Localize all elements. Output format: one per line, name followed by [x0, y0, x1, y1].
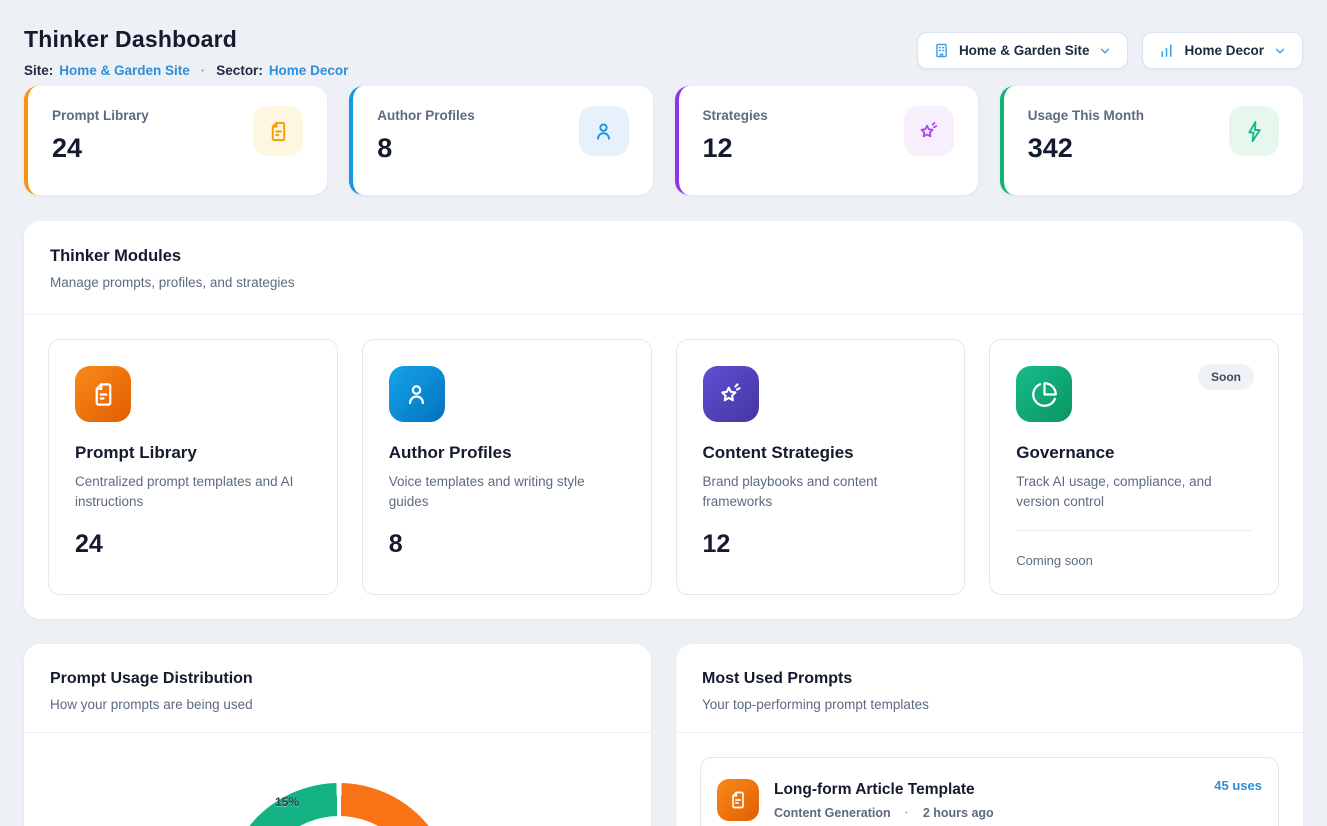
pie-chart-icon — [1016, 366, 1072, 422]
module-title: Content Strategies — [703, 443, 939, 463]
module-title: Governance — [1016, 443, 1252, 463]
site-label: Site: — [24, 63, 53, 78]
module-description: Brand playbooks and content frameworks — [703, 472, 939, 513]
panel-subtitle: Manage prompts, profiles, and strategies — [50, 275, 1277, 290]
site-selector-label: Home & Garden Site — [959, 43, 1090, 58]
panel-title: Thinker Modules — [50, 247, 1277, 266]
module-description: Voice templates and writing style guides — [389, 472, 625, 513]
donut-segment-label: 15% — [275, 795, 299, 809]
chevron-down-icon — [1098, 44, 1112, 58]
module-count: 8 — [389, 530, 625, 559]
prompt-time: 2 hours ago — [923, 806, 994, 820]
sparkle-star-icon — [917, 120, 940, 143]
stats-row: Prompt Library 24 Author Profiles 8 — [24, 86, 1303, 195]
sector-selector-button[interactable]: Home Decor — [1142, 32, 1303, 69]
prompt-list: Long-form Article Template Content Gener… — [676, 733, 1303, 826]
card-header: Most Used Prompts Your top-performing pr… — [676, 644, 1303, 733]
page-header: Thinker Dashboard Site: Home & Garden Si… — [24, 24, 1303, 78]
soon-badge: Soon — [1198, 364, 1254, 390]
sector-label: Sector: — [216, 63, 263, 78]
bar-chart-icon — [1158, 42, 1175, 59]
stat-card-prompt-library: Prompt Library 24 — [24, 86, 327, 195]
prompt-list-item[interactable]: Long-form Article Template Content Gener… — [700, 757, 1279, 826]
prompt-title: Long-form Article Template — [774, 781, 1199, 799]
card-title: Prompt Usage Distribution — [50, 670, 625, 688]
module-footer-text: Coming soon — [1016, 530, 1252, 568]
stat-icon-box — [579, 106, 629, 156]
module-title: Prompt Library — [75, 443, 311, 463]
usage-distribution-card: Prompt Usage Distribution How your promp… — [24, 644, 651, 826]
module-card-author-profiles[interactable]: Author Profiles Voice templates and writ… — [362, 339, 652, 595]
header-left: Thinker Dashboard Site: Home & Garden Si… — [24, 24, 348, 78]
modules-grid: Prompt Library Centralized prompt templa… — [24, 315, 1303, 619]
dashboard-page: Thinker Dashboard Site: Home & Garden Si… — [0, 0, 1327, 826]
module-title: Author Profiles — [389, 443, 625, 463]
header-actions: Home & Garden Site Home Decor — [917, 32, 1303, 69]
module-description: Track AI usage, compliance, and version … — [1016, 472, 1252, 513]
module-card-content-strategies[interactable]: Content Strategies Brand playbooks and c… — [676, 339, 966, 595]
site-link[interactable]: Home & Garden Site — [59, 63, 190, 78]
stat-card-usage: Usage This Month 342 — [1000, 86, 1303, 195]
module-card-governance[interactable]: Soon Governance Track AI usage, complian… — [989, 339, 1279, 595]
prompt-meta: Content Generation · 2 hours ago — [774, 806, 1199, 820]
stat-icon-box — [904, 106, 954, 156]
sector-link[interactable]: Home Decor — [269, 63, 349, 78]
usage-donut — [224, 783, 454, 826]
document-icon — [267, 120, 290, 143]
module-count: 24 — [75, 530, 311, 559]
dot-separator: · — [905, 806, 909, 820]
sparkle-star-icon — [703, 366, 759, 422]
donut-chart-area: 15% — [24, 733, 651, 826]
module-count: 12 — [703, 530, 939, 559]
most-used-prompts-card: Most Used Prompts Your top-performing pr… — [676, 644, 1303, 826]
stat-icon-box — [1229, 106, 1279, 156]
card-subtitle: How your prompts are being used — [50, 697, 625, 712]
prompt-category: Content Generation — [774, 806, 891, 820]
sector-selector-label: Home Decor — [1184, 43, 1264, 58]
page-title: Thinker Dashboard — [24, 26, 348, 53]
person-icon — [389, 366, 445, 422]
site-sector-line: Site: Home & Garden Site · Sector: Home … — [24, 63, 348, 78]
stat-card-author-profiles: Author Profiles 8 — [349, 86, 652, 195]
chevron-down-icon — [1273, 44, 1287, 58]
document-icon — [75, 366, 131, 422]
dot-separator: · — [201, 63, 206, 78]
prompt-uses-badge: 45 uses — [1214, 778, 1262, 793]
module-description: Centralized prompt templates and AI inst… — [75, 472, 311, 513]
building-icon — [933, 42, 950, 59]
card-header: Prompt Usage Distribution How your promp… — [24, 644, 651, 733]
prompt-info: Long-form Article Template Content Gener… — [774, 781, 1199, 820]
stat-card-strategies: Strategies 12 — [675, 86, 978, 195]
site-selector-button[interactable]: Home & Garden Site — [917, 32, 1129, 69]
person-icon — [592, 120, 615, 143]
module-card-prompt-library[interactable]: Prompt Library Centralized prompt templa… — [48, 339, 338, 595]
thinker-modules-panel: Thinker Modules Manage prompts, profiles… — [24, 221, 1303, 619]
bottom-row: Prompt Usage Distribution How your promp… — [24, 644, 1303, 826]
document-icon — [717, 779, 759, 821]
panel-header: Thinker Modules Manage prompts, profiles… — [24, 221, 1303, 315]
card-subtitle: Your top-performing prompt templates — [702, 697, 1277, 712]
card-title: Most Used Prompts — [702, 670, 1277, 688]
lightning-icon — [1243, 120, 1266, 143]
stat-icon-box — [253, 106, 303, 156]
